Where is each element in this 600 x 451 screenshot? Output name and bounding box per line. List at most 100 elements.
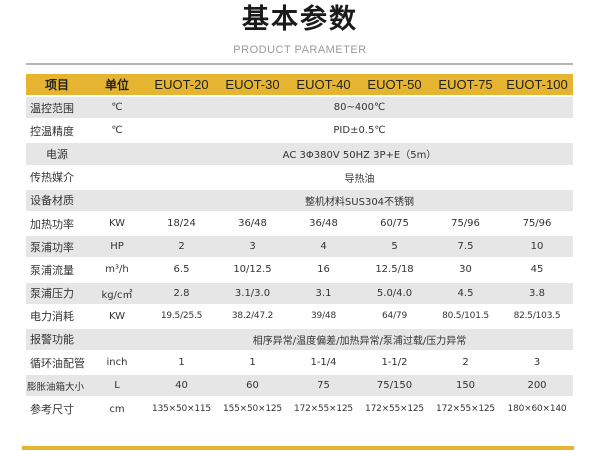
cell-value: 30 — [430, 259, 501, 281]
table-row: 电力消耗 KW 19.5/25.5 38.2/47.2 39/48 64/79 … — [26, 305, 573, 327]
row-unit: kg/c㎡ — [88, 282, 146, 304]
row-unit: m³/h — [88, 259, 146, 281]
cell-value: 3.1/3.0 — [217, 282, 288, 304]
row-span-value: 80~400℃ — [146, 97, 573, 119]
cell-value: 5.0/4.0 — [359, 282, 430, 304]
cell-value: 75/96 — [501, 212, 573, 235]
cell-value: 200 — [501, 375, 573, 397]
column-header-model: EUOT-40 — [288, 74, 359, 95]
table-row: 泵浦功率 HP 2 3 4 5 7.5 10 — [26, 236, 573, 258]
cell-value: 19.5/25.5 — [146, 305, 217, 327]
cell-value: 45 — [501, 259, 573, 281]
row-label: 循环油配管 — [26, 352, 88, 374]
cell-value: 82.5/103.5 — [501, 305, 573, 327]
cell-value: 16 — [288, 259, 359, 281]
row-unit: inch — [88, 352, 146, 374]
row-label: 参考尺寸 — [26, 398, 88, 420]
row-label: 温控范围 — [26, 97, 88, 119]
cell-value: 40 — [146, 375, 217, 397]
table-row: 控温精度 ℃ PID±0.5℃ — [26, 120, 573, 142]
cell-value: 36/48 — [288, 212, 359, 235]
row-label: 泵浦压力 — [26, 282, 88, 304]
cell-value: 75 — [288, 375, 359, 397]
column-header-model: EUOT-30 — [217, 74, 288, 95]
table-row: 电源 AC 3Φ380V 50HZ 3P+E（5m） — [26, 143, 573, 165]
row-label: 设备材质 — [26, 189, 88, 211]
spec-table: 项目 单位 EUOT-20 EUOT-30 EUOT-40 EUOT-50 EU… — [26, 72, 573, 422]
row-span-value: 整机材料SUS304不锈钢 — [146, 189, 573, 211]
column-header-model: EUOT-20 — [146, 74, 217, 95]
row-unit: KW — [88, 305, 146, 327]
column-header-model: EUOT-100 — [501, 74, 573, 95]
cell-value: 3.1 — [288, 282, 359, 304]
row-unit — [88, 328, 146, 351]
cell-value: 172×55×125 — [288, 398, 359, 420]
row-label: 膨胀油箱大小 — [26, 375, 88, 397]
cell-value: 60/75 — [359, 212, 430, 235]
column-header-model: EUOT-75 — [430, 74, 501, 95]
cell-value: 6.5 — [146, 259, 217, 281]
page-subtitle: PRODUCT PARAMETER — [233, 44, 367, 56]
cell-value: 172×55×125 — [359, 398, 430, 420]
row-unit: HP — [88, 236, 146, 258]
cell-value: 3 — [501, 352, 573, 374]
cell-value: 2.8 — [146, 282, 217, 304]
cell-value: 12.5/18 — [359, 259, 430, 281]
cell-value: 1 — [146, 352, 217, 374]
row-unit: KW — [88, 212, 146, 235]
cell-value: 2 — [430, 352, 501, 374]
row-unit: ℃ — [88, 120, 146, 142]
row-span-value: 导热油 — [146, 166, 573, 188]
row-unit: L — [88, 375, 146, 397]
table-row: 泵浦压力 kg/c㎡ 2.8 3.1/3.0 3.1 5.0/4.0 4.5 3… — [26, 282, 573, 304]
table-row: 传热媒介 导热油 — [26, 166, 573, 188]
cell-value: 38.2/47.2 — [217, 305, 288, 327]
row-unit — [88, 166, 146, 188]
table-header-row: 项目 单位 EUOT-20 EUOT-30 EUOT-40 EUOT-50 EU… — [26, 74, 573, 95]
cell-value: 135×50×115 — [146, 398, 217, 420]
cell-value: 3.8 — [501, 282, 573, 304]
cell-value: 39/48 — [288, 305, 359, 327]
cell-value: 3 — [217, 236, 288, 258]
row-unit — [88, 189, 146, 211]
bottom-accent-bar — [22, 446, 574, 450]
row-label: 报警功能 — [26, 328, 88, 351]
cell-value: 4.5 — [430, 282, 501, 304]
cell-value: 10 — [501, 236, 573, 258]
cell-value: 75/150 — [359, 375, 430, 397]
cell-value: 4 — [288, 236, 359, 258]
cell-value: 64/79 — [359, 305, 430, 327]
row-unit: ℃ — [88, 97, 146, 119]
cell-value: 36/48 — [217, 212, 288, 235]
row-label: 控温精度 — [26, 120, 88, 142]
row-label: 电源 — [26, 143, 88, 165]
row-label: 加热功率 — [26, 212, 88, 235]
cell-value: 1-1/2 — [359, 352, 430, 374]
row-span-value: 相序异常/温度偏差/加热异常/泵浦过载/压力异常 — [146, 328, 573, 351]
cell-value: 1-1/4 — [288, 352, 359, 374]
table-row: 泵浦流量 m³/h 6.5 10/12.5 16 12.5/18 30 45 — [26, 259, 573, 281]
cell-value: 75/96 — [430, 212, 501, 235]
cell-value: 172×55×125 — [430, 398, 501, 420]
row-label: 电力消耗 — [26, 305, 88, 327]
row-label: 泵浦功率 — [26, 236, 88, 258]
table-row: 膨胀油箱大小 L 40 60 75 75/150 150 200 — [26, 375, 573, 397]
cell-value: 155×50×125 — [217, 398, 288, 420]
cell-value: 150 — [430, 375, 501, 397]
cell-value: 2 — [146, 236, 217, 258]
table-row: 设备材质 整机材料SUS304不锈钢 — [26, 189, 573, 211]
row-unit: cm — [88, 398, 146, 420]
table-row: 参考尺寸 cm 135×50×115 155×50×125 172×55×125… — [26, 398, 573, 420]
cell-value: 1 — [217, 352, 288, 374]
cell-value: 10/12.5 — [217, 259, 288, 281]
cell-value: 18/24 — [146, 212, 217, 235]
row-label: 泵浦流量 — [26, 259, 88, 281]
table-row: 报警功能 相序异常/温度偏差/加热异常/泵浦过载/压力异常 — [26, 328, 573, 351]
cell-value: 180×60×140 — [501, 398, 573, 420]
page-title: 基本参数 — [242, 4, 358, 35]
row-span-value: PID±0.5℃ — [146, 120, 573, 142]
column-header-model: EUOT-50 — [359, 74, 430, 95]
row-unit — [88, 143, 146, 165]
cell-value: 5 — [359, 236, 430, 258]
cell-value: 7.5 — [430, 236, 501, 258]
